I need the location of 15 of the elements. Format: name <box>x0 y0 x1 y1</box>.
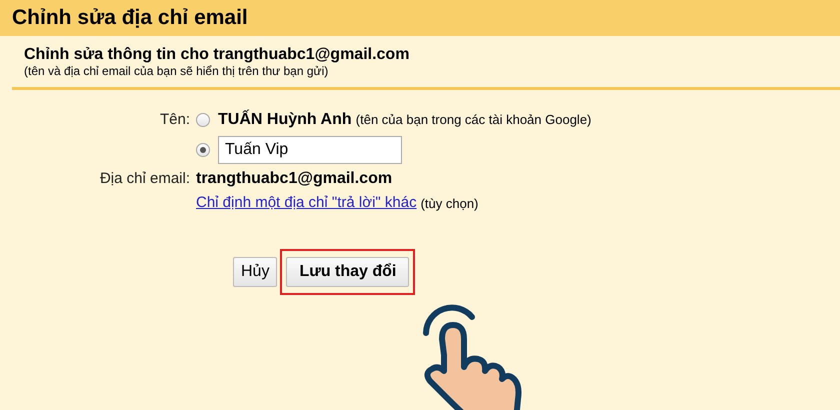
section-note: (tên và địa chỉ email của bạn sẽ hiển thị trên thư bạn gửi) <box>24 64 330 79</box>
section-heading: Chỉnh sửa thông tin cho trangthuabc1@gmail.com <box>24 45 410 64</box>
radio-button[interactable] <box>196 143 210 157</box>
account-name: TUẤN Huỳnh Anh <box>218 111 352 128</box>
save-button[interactable]: Lưu thay đổi <box>286 256 410 286</box>
field-label: Tên: <box>160 110 190 128</box>
reply-to-link[interactable]: Chỉ định một địa chỉ "trả lời" khác <box>196 192 417 214</box>
page-title: Chỉnh sửa địa chỉ email <box>12 5 249 31</box>
cancel-button[interactable]: Hủy <box>233 256 278 286</box>
radio-button[interactable] <box>196 113 210 127</box>
name-hint: (tên của bạn trong các tài khoản Google) <box>356 112 592 127</box>
field-label: Địa chỉ email: <box>100 170 190 187</box>
email-address: trangthuabc1@gmail.com <box>196 169 392 189</box>
name-input-field[interactable]: Tuấn Vip <box>218 136 402 164</box>
optional-note: (tùy chọn) <box>420 194 478 213</box>
